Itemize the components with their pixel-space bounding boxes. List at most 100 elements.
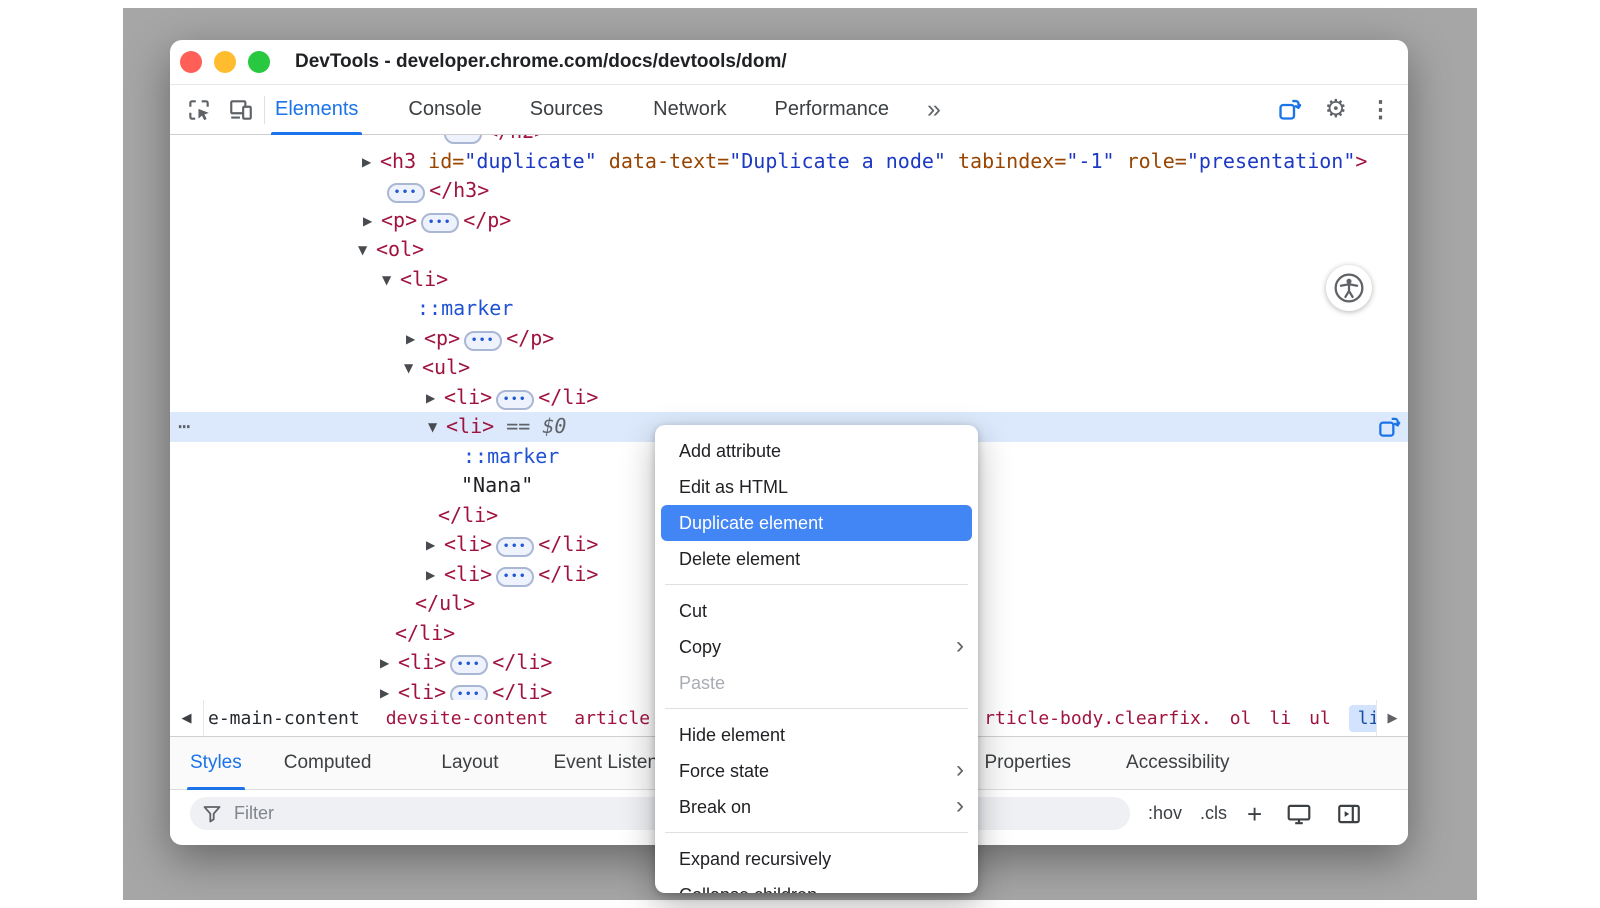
menu-item-expand-recursively[interactable]: Expand recursively (655, 841, 978, 877)
tab-computed[interactable]: Computed (284, 737, 372, 790)
device-toolbar-icon[interactable] (228, 97, 254, 123)
inline-expand-button[interactable]: ••• (444, 135, 482, 144)
breadcrumb-item-ol[interactable]: ol (1230, 708, 1252, 729)
inline-expand-button[interactable]: ••• (464, 331, 502, 351)
disclosure-arrow-icon[interactable]: ▼ (404, 354, 422, 384)
menu-item-paste: Paste (655, 665, 978, 701)
dom-node-row[interactable]: •••</h3> (170, 176, 1408, 206)
inspect-icon[interactable] (186, 97, 212, 123)
dock-blue-icon[interactable] (1276, 96, 1303, 123)
inline-expand-button[interactable]: ••• (450, 685, 488, 701)
accessibility-overlay-button[interactable] (1326, 265, 1372, 311)
code-token: </li> (538, 562, 598, 586)
close-window-button[interactable] (180, 51, 202, 73)
menu-item-duplicate-element[interactable]: Duplicate element (661, 505, 972, 541)
filter-control-cls[interactable]: .cls (1200, 803, 1227, 824)
tab-properties[interactable]: Properties (984, 737, 1071, 790)
panel-toggle-icon[interactable] (1336, 801, 1362, 827)
dom-node-row[interactable]: ▼<ul> (170, 353, 1408, 383)
devtools-tabs: Elements Console Sources Network Performance (275, 85, 889, 135)
dom-node-row[interactable]: ▶<p>•••</p> (170, 324, 1408, 354)
code-token: $0 (542, 414, 566, 438)
dom-node-row[interactable]: •••</h2> (170, 135, 1408, 147)
tab-performance[interactable]: Performance (775, 85, 890, 135)
dom-node-badge-icon[interactable] (1376, 414, 1402, 443)
row-overflow-dots[interactable]: ⋯ (178, 412, 191, 442)
dom-node-row[interactable]: ▼<ol> (170, 235, 1408, 265)
disclosure-arrow-icon[interactable]: ▼ (382, 266, 400, 296)
code-token: </h3> (429, 178, 489, 202)
code-token: tabindex= (958, 149, 1066, 173)
kebab-menu-icon[interactable]: ⋮ (1369, 98, 1392, 121)
disclosure-arrow-icon[interactable]: ▶ (380, 679, 398, 701)
breadcrumb-item-rticle-body-clearfix[interactable]: rticle-body.clearfix. (984, 708, 1212, 729)
code-token: <li> (398, 650, 446, 674)
menu-item-add-attribute[interactable]: Add attribute (655, 433, 978, 469)
code-token: "-1" (1066, 149, 1126, 173)
breadcrumb-item-li[interactable]: li (1269, 708, 1291, 729)
settings-gear-icon[interactable]: ⚙ (1325, 97, 1347, 122)
menu-item-break-on[interactable]: Break on› (655, 789, 978, 825)
dom-node-row[interactable]: ▶<h3 id="duplicate" data-text="Duplicate… (170, 147, 1408, 177)
tab-sources[interactable]: Sources (530, 85, 603, 135)
code-token: </p> (463, 208, 511, 232)
inline-expand-button[interactable]: ••• (421, 213, 459, 233)
inline-expand-button[interactable]: ••• (496, 567, 534, 587)
tab-network[interactable]: Network (653, 85, 726, 135)
disclosure-arrow-icon[interactable]: ▶ (363, 207, 381, 237)
more-tabs-button[interactable]: » (927, 95, 939, 124)
disclosure-arrow-icon[interactable]: ▼ (428, 413, 446, 443)
code-token: "Nana" (461, 473, 533, 497)
rendering-monitor-icon[interactable] (1286, 801, 1312, 827)
disclosure-arrow-icon[interactable]: ▶ (380, 649, 398, 679)
disclosure-arrow-icon[interactable]: ▶ (426, 384, 444, 414)
tab-layout[interactable]: Layout (441, 737, 498, 790)
dom-node-row[interactable]: ▶<li>•••</li> (170, 383, 1408, 413)
menu-item-delete-element[interactable]: Delete element (655, 541, 978, 577)
menu-item-hide-element[interactable]: Hide element (655, 717, 978, 753)
inline-expand-button[interactable]: ••• (496, 390, 534, 410)
code-token: </li> (538, 385, 598, 409)
disclosure-arrow-icon[interactable]: ▶ (426, 561, 444, 591)
breadcrumb-item-article[interactable]: article (574, 708, 650, 729)
zoom-window-button[interactable] (248, 51, 270, 73)
inline-expand-button[interactable]: ••• (496, 537, 534, 557)
menu-item-cut[interactable]: Cut (655, 593, 978, 629)
menu-item-edit-as-html[interactable]: Edit as HTML (655, 469, 978, 505)
inline-expand-button[interactable]: ••• (387, 183, 425, 203)
disclosure-arrow-icon[interactable]: ▶ (362, 148, 380, 178)
breadcrumb-item-e-main-content[interactable]: e-main-content (208, 708, 360, 729)
tab-styles[interactable]: Styles (190, 737, 242, 790)
disclosure-arrow-icon[interactable]: ▶ (426, 531, 444, 561)
menu-item-collapse-children[interactable]: Collapse children (655, 877, 978, 893)
toolbar-left-icons (170, 97, 254, 123)
disclosure-arrow-icon[interactable]: ▶ (406, 325, 424, 355)
filter-controls: :hov .cls + (1130, 801, 1262, 827)
disclosure-arrow-icon[interactable]: ▼ (358, 236, 376, 266)
submenu-arrow-icon: › (956, 789, 964, 823)
code-token: <li> (444, 532, 492, 556)
breadcrumb-item-ul[interactable]: ul (1309, 708, 1331, 729)
code-token: </p> (506, 326, 554, 350)
breadcrumb-item-devsite-content[interactable]: devsite-content (386, 708, 549, 729)
code-token: "Duplicate a node" (729, 149, 958, 173)
dom-node-row[interactable]: ▶<p>•••</p> (170, 206, 1408, 236)
breadcrumb-scroll-right-button[interactable]: ▶ (1376, 700, 1408, 736)
filter-control-hov[interactable]: :hov (1148, 803, 1182, 824)
code-token: <h3 (380, 149, 428, 173)
dom-node-row[interactable]: ::marker (170, 294, 1408, 324)
menu-item-force-state[interactable]: Force state› (655, 753, 978, 789)
menu-item-copy[interactable]: Copy› (655, 629, 978, 665)
code-token: <li> (444, 385, 492, 409)
code-token: data-text= (609, 149, 729, 173)
minimize-window-button[interactable] (214, 51, 236, 73)
tab-accessibility[interactable]: Accessibility (1126, 737, 1229, 790)
tab-elements[interactable]: Elements (275, 85, 358, 135)
code-token: </li> (538, 532, 598, 556)
code-token: </li> (395, 621, 455, 645)
tab-console[interactable]: Console (408, 85, 481, 135)
breadcrumb-scroll-left-button[interactable]: ◀ (170, 700, 204, 736)
inline-expand-button[interactable]: ••• (450, 655, 488, 675)
filter-control-[interactable]: + (1247, 801, 1262, 827)
dom-node-row[interactable]: ▼<li> (170, 265, 1408, 295)
